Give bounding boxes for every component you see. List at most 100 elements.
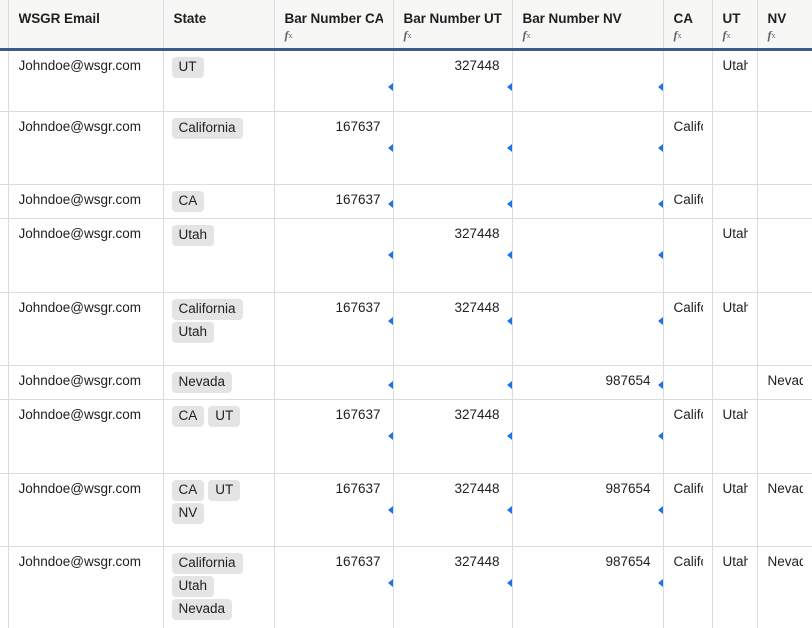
cell-barnv[interactable] [512,218,664,293]
cell-barca[interactable]: 167637 [274,473,394,547]
table-row[interactable]: Johndoe@wsgr.com CA UTNV 167637 327448 987654… [0,473,812,547]
cell-ut[interactable]: Utah [712,49,758,112]
cell-barut[interactable]: 327448 [393,399,513,474]
row-gutter-cell[interactable] [0,365,9,400]
comment-marker-triangle-icon[interactable] [506,144,511,152]
comment-marker-triangle-icon[interactable] [506,432,511,440]
fx-icon[interactable]: fx [723,29,747,42]
column-header-nv[interactable]: NV fx [757,0,812,51]
cell-email[interactable]: Johndoe@wsgr.com [8,546,164,628]
comment-marker-triangle-icon[interactable] [387,251,392,259]
fx-icon[interactable]: fx [523,29,653,42]
cell-barnv[interactable]: 987654 [512,365,664,400]
cell-ca[interactable]: Califor [663,184,713,219]
cell-ca[interactable]: Califor [663,292,713,366]
row-gutter-cell[interactable] [0,473,9,547]
cell-nv[interactable] [757,399,812,474]
fx-icon[interactable]: fx [768,29,802,42]
state-tag[interactable]: CA [171,480,205,501]
comment-marker-triangle-icon[interactable] [387,506,392,514]
comment-marker-triangle-icon[interactable] [506,506,511,514]
comment-marker-triangle-icon[interactable] [387,432,392,440]
cell-nv[interactable]: Nevad [757,365,812,400]
comment-marker-triangle-icon[interactable] [506,83,511,91]
cell-state[interactable]: California Utah [163,292,275,366]
cell-ut[interactable]: Utah [712,399,758,474]
cell-ca[interactable]: Califor [663,399,713,474]
table-row[interactable]: Johndoe@wsgr.com Utah 327448 Utah [0,218,812,293]
cell-ut[interactable] [712,365,758,400]
cell-ca[interactable] [663,218,713,293]
cell-state[interactable]: California [163,111,275,185]
cell-barca[interactable] [274,365,394,400]
state-tag[interactable]: Nevada [171,599,233,620]
cell-ca[interactable]: Califor [663,111,713,185]
cell-barca[interactable]: 167637 [274,546,394,628]
row-gutter-cell[interactable] [0,111,9,185]
state-tag[interactable]: California [171,118,243,139]
row-gutter-cell[interactable] [0,292,9,366]
cell-barca[interactable] [274,49,394,112]
state-tag[interactable]: California [171,299,243,320]
comment-marker-triangle-icon[interactable] [657,432,662,440]
comment-marker-triangle-icon[interactable] [657,317,662,325]
column-header-ca[interactable]: CA fx [663,0,713,51]
cell-state[interactable]: CA [163,184,275,219]
cell-nv[interactable]: Nevad [757,473,812,547]
table-row[interactable]: Johndoe@wsgr.com UT 327448 Utah [0,49,812,112]
cell-nv[interactable]: Nevad [757,546,812,628]
table-row[interactable]: Johndoe@wsgr.com California 167637 Califor [0,111,812,185]
state-tag[interactable]: California [171,553,243,574]
table-row[interactable]: Johndoe@wsgr.com California Utah 167637 3274… [0,292,812,366]
column-header-barca[interactable]: Bar Number CA fx [274,0,394,51]
row-gutter-cell[interactable] [0,546,9,628]
cell-ut[interactable]: Utah [712,292,758,366]
cell-barnv[interactable] [512,111,664,185]
comment-marker-triangle-icon[interactable] [387,381,392,389]
comment-marker-triangle-icon[interactable] [657,506,662,514]
state-tag[interactable]: UT [171,57,204,78]
cell-barut[interactable]: 327448 [393,218,513,293]
column-header-barut[interactable]: Bar Number UT fx [393,0,513,51]
comment-marker-triangle-icon[interactable] [387,144,392,152]
cell-barnv[interactable]: 987654 [512,546,664,628]
cell-email[interactable]: Johndoe@wsgr.com [8,184,164,219]
comment-marker-triangle-icon[interactable] [657,83,662,91]
cell-ca[interactable]: Califor [663,546,713,628]
cell-ca[interactable] [663,365,713,400]
comment-marker-triangle-icon[interactable] [657,144,662,152]
cell-barca[interactable]: 167637 [274,184,394,219]
column-header-barnv[interactable]: Bar Number NV fx [512,0,664,51]
comment-marker-triangle-icon[interactable] [657,200,662,208]
table-row[interactable]: Johndoe@wsgr.com CA 167637 Califor [0,184,812,219]
state-tag[interactable]: UT [208,480,241,501]
row-gutter-cell[interactable] [0,184,9,219]
fx-icon[interactable]: fx [674,29,702,42]
cell-state[interactable]: CA UT [163,399,275,474]
cell-email[interactable]: Johndoe@wsgr.com [8,111,164,185]
cell-barnv[interactable] [512,292,664,366]
table-row[interactable]: Johndoe@wsgr.com CAUT 167637 327448 Califor U… [0,399,812,474]
cell-ca[interactable] [663,49,713,112]
row-gutter-cell[interactable] [0,399,9,474]
cell-ut[interactable]: Utah [712,473,758,547]
cell-barnv[interactable] [512,399,664,474]
cell-barut[interactable]: 327448 [393,473,513,547]
cell-email[interactable]: Johndoe@wsgr.com [8,365,164,400]
state-tag[interactable]: Utah [171,576,215,597]
column-header-ut[interactable]: UT fx [712,0,758,51]
cell-state[interactable]: California Utah Nevada [163,546,275,628]
comment-marker-triangle-icon[interactable] [387,317,392,325]
cell-state[interactable]: CA UTNV [163,473,275,547]
cell-barca[interactable]: 167637 [274,292,394,366]
cell-state[interactable]: Utah [163,218,275,293]
cell-email[interactable]: Johndoe@wsgr.com [8,399,164,474]
comment-marker-triangle-icon[interactable] [657,251,662,259]
comment-marker-triangle-icon[interactable] [387,200,392,208]
cell-nv[interactable] [757,218,812,293]
comment-marker-triangle-icon[interactable] [506,579,511,587]
state-tag[interactable]: Nevada [171,372,233,393]
state-tag[interactable]: NV [171,503,205,524]
cell-barut[interactable]: 327448 [393,546,513,628]
row-gutter-cell[interactable] [0,218,9,293]
